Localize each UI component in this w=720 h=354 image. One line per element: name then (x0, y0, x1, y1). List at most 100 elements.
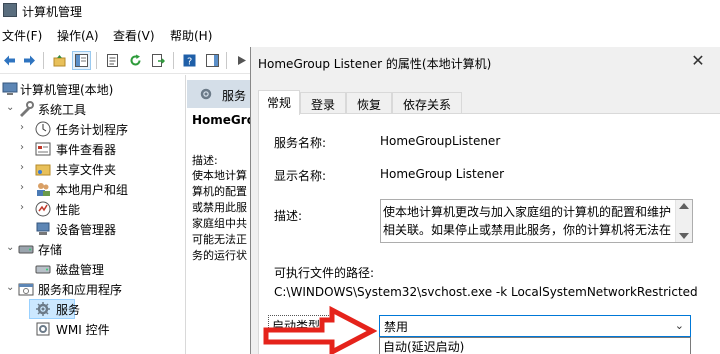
menu-help[interactable]: 帮助(H) (170, 27, 212, 44)
storage-icon (18, 245, 34, 254)
event-viewer-icon (35, 142, 51, 156)
show-hide-action-button[interactable] (203, 51, 222, 70)
tree-node-task-scheduler[interactable]: › 任务计划程序 (0, 119, 186, 139)
tree-label: 事件查看器 (56, 143, 117, 157)
gear-icon (36, 302, 50, 316)
description-text-line: 相关联。如果停止或禁用此服务，你的计算机将无法在 (383, 223, 671, 237)
show-hide-tree-button[interactable] (72, 51, 91, 70)
chevron-down-icon: ⌄ (674, 319, 684, 332)
toolbar-separator (173, 52, 174, 69)
clock-icon (35, 121, 51, 137)
tree-node-local-users[interactable]: › 本地用户和组 (0, 179, 186, 199)
export-list-button[interactable] (149, 51, 168, 70)
collapsed-chevron-icon[interactable]: › (20, 142, 30, 156)
description-text-line: 使本地计算机更改与加入家庭组的计算机的配置和维护 (383, 205, 671, 219)
toolbar-separator (43, 52, 44, 69)
services-apps-icon (18, 283, 34, 296)
description-textbox[interactable]: 使本地计算机更改与加入家庭组的计算机的配置和维护 相关联。如果停止或禁用此服务，… (380, 199, 693, 243)
exe-path-label: 可执行文件的路径: (274, 266, 375, 280)
tree-label: 设备管理器 (56, 223, 117, 237)
window-title: 计算机管理 (22, 5, 83, 19)
expanded-chevron-icon[interactable]: ⌄ (6, 282, 16, 296)
tab-dependencies[interactable]: 依存关系 (392, 92, 462, 114)
show-hide-tree-icon (75, 54, 88, 67)
expanded-chevron-icon[interactable]: ⌄ (6, 242, 16, 256)
tree-label: 服务和应用程序 (38, 283, 123, 297)
description-line: 务的运行状 (192, 249, 247, 262)
computer-management-icon (2, 82, 18, 95)
description-line: 算机的配置 (192, 185, 247, 198)
tree-label: 本地用户和组 (56, 183, 129, 197)
tree-node-disk-management[interactable]: 磁盘管理 (0, 259, 186, 279)
dialog-title: HomeGroup Listener 的属性(本地计算机) (258, 57, 492, 71)
description-line: 可能无法正 (192, 233, 247, 246)
tree-label: 系统工具 (38, 103, 87, 117)
users-icon (37, 183, 50, 196)
service-name-value: HomeGroupListener (380, 134, 501, 148)
performance-icon (35, 201, 51, 217)
back-icon (4, 55, 15, 66)
description-line: 家庭组中共 (192, 217, 247, 230)
tab-recovery[interactable]: 恢复 (346, 92, 392, 114)
tree-node-shared-folders[interactable]: › 共享文件夹 (0, 159, 186, 179)
collapsed-chevron-icon[interactable]: › (20, 202, 30, 216)
tree-node-system-tools[interactable]: ⌄ 系统工具 (0, 99, 186, 119)
forward-icon (24, 55, 35, 66)
collapsed-chevron-icon[interactable]: › (20, 122, 30, 136)
refresh-button[interactable] (126, 51, 145, 70)
description-line: 或禁用此服 (192, 201, 247, 214)
title-bar: 计算机管理 (0, 0, 720, 22)
close-icon[interactable]: ✕ (685, 51, 711, 73)
tree-label: WMI 控件 (56, 323, 110, 337)
up-folder-button[interactable] (50, 51, 69, 70)
menu-bar: 文件(F) 操作(A) 查看(V) 帮助(H) (0, 24, 720, 46)
startup-type-select[interactable]: 禁用 ⌄ (379, 315, 691, 337)
description-label: 描述: (274, 209, 303, 223)
tree-node-event-viewer[interactable]: › 事件查看器 (0, 139, 186, 159)
tree-label: 性能 (56, 203, 81, 217)
tree-node-storage[interactable]: ⌄ 存储 (0, 239, 186, 259)
toolbar: ? (0, 47, 250, 74)
services-pane-title: 服务 (222, 89, 247, 103)
tree-label: 服务 (56, 303, 81, 317)
tree-node-root[interactable]: 计算机管理(本地) (0, 79, 186, 99)
search-gear-icon (200, 88, 212, 100)
disk-icon (35, 265, 51, 274)
tree-node-device-manager[interactable]: 设备管理器 (0, 219, 186, 239)
expanded-chevron-icon[interactable]: ⌄ (6, 102, 16, 116)
scroll-down-arrow-icon[interactable] (679, 233, 689, 239)
play-icon (238, 56, 246, 65)
scroll-up-arrow-icon[interactable] (679, 203, 689, 209)
tab-general[interactable]: 常规 (258, 90, 300, 115)
tree-node-services-apps[interactable]: ⌄ 服务和应用程序 (0, 279, 186, 299)
description-scrollbar[interactable] (675, 200, 692, 242)
forward-button[interactable] (20, 51, 39, 70)
startup-option-auto-delayed[interactable]: 自动(延迟启动) (383, 338, 464, 354)
tree-node-services-selected[interactable]: 服务 (29, 299, 80, 319)
tree-node-performance[interactable]: › 性能 (0, 199, 186, 219)
properties-icon (107, 54, 118, 67)
collapsed-chevron-icon[interactable]: › (20, 182, 30, 196)
wmi-control-icon (36, 322, 50, 336)
collapsed-chevron-icon[interactable]: › (20, 162, 30, 176)
tree-label: 存储 (38, 243, 63, 257)
play-button[interactable] (232, 51, 251, 70)
device-manager-icon (36, 222, 50, 235)
toolbar-separator (226, 52, 227, 69)
selected-service-name: HomeGro (192, 113, 250, 127)
tools-icon (20, 101, 34, 117)
back-button[interactable] (0, 51, 19, 70)
tree-node-wmi[interactable]: WMI 控件 (0, 319, 186, 339)
startup-type-value: 禁用 (384, 320, 409, 334)
description-line: 使本地计算 (192, 169, 247, 182)
shared-folder-icon (35, 164, 51, 176)
help-icon: ? (183, 54, 196, 67)
red-arrow-annotation (263, 305, 377, 354)
menu-action[interactable]: 操作(A) (57, 27, 99, 44)
help-button[interactable]: ? (180, 51, 199, 70)
menu-view[interactable]: 查看(V) (113, 27, 155, 44)
toolbar-separator (96, 52, 97, 69)
properties-button[interactable] (103, 51, 122, 70)
tab-logon[interactable]: 登录 (300, 92, 346, 114)
menu-file[interactable]: 文件(F) (2, 27, 42, 44)
